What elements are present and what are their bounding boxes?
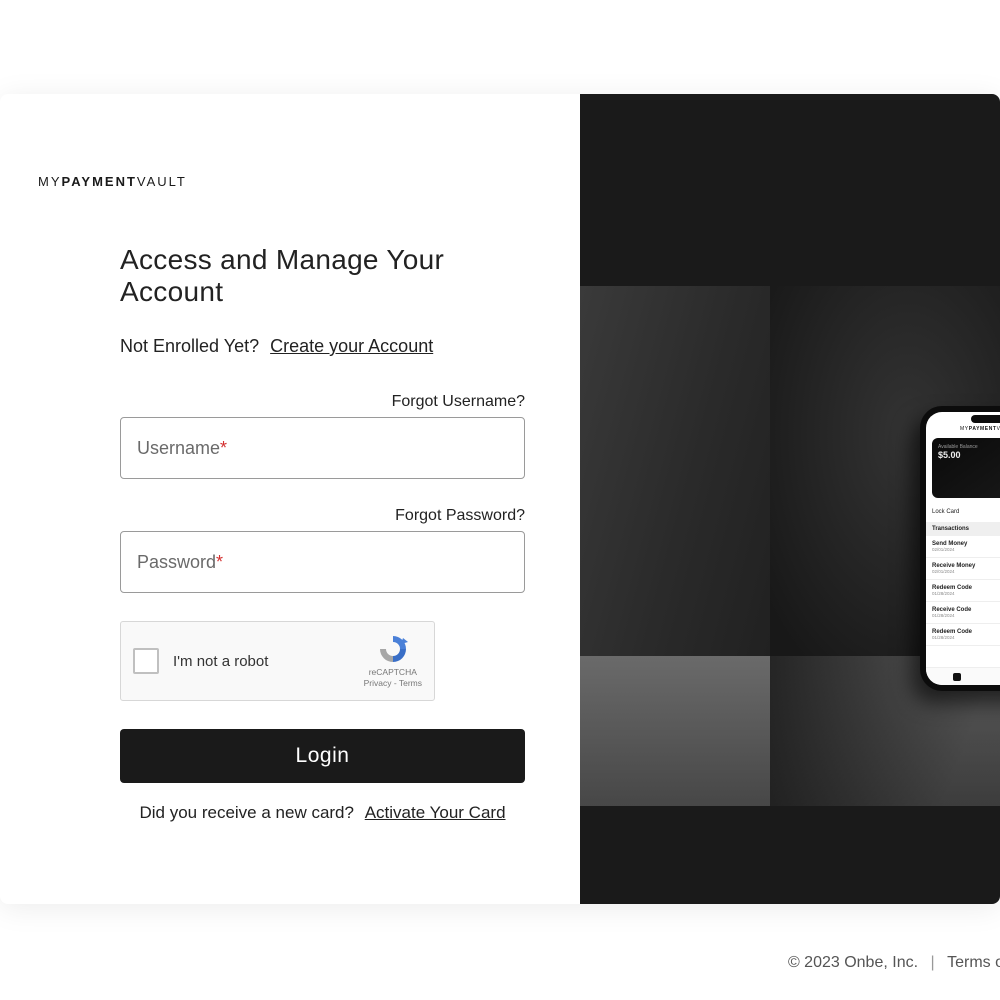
- transactions-header: Transactions View all >: [926, 522, 1000, 536]
- page-heading: Access and Manage Your Account: [120, 244, 525, 308]
- footer-separator: |: [926, 954, 938, 971]
- balance-label: Available Balance: [938, 444, 1000, 450]
- phone-screen: MYPAYMENTVAULT Available Balance $5.00 •…: [926, 412, 1000, 685]
- login-form: Access and Manage Your Account Not Enrol…: [120, 244, 525, 823]
- enroll-prompt-row: Not Enrolled Yet? Create your Account: [120, 336, 525, 357]
- phone-notch: [971, 415, 1000, 423]
- lock-card-row: Lock Card: [932, 504, 1000, 520]
- recaptcha-label: I'm not a robot: [173, 653, 364, 670]
- hero-scene: MYPAYMENTVAULT Available Balance $5.00 •…: [580, 286, 1000, 806]
- balance-value: $5.00: [938, 450, 1000, 460]
- brand-logo: MYPAYMENTVAULT: [38, 174, 187, 189]
- forgot-password-link[interactable]: Forgot Password?: [120, 507, 525, 525]
- transactions-list: Send Money02/01/2024 $20.00 Receive Mone…: [926, 536, 1000, 646]
- activate-row: Did you receive a new card? Activate You…: [120, 803, 525, 823]
- brand-post: VAULT: [137, 174, 187, 189]
- recaptcha-widget[interactable]: I'm not a robot reCAPTCHA Privacy - Term…: [120, 621, 435, 701]
- recaptcha-branding: reCAPTCHA Privacy - Terms: [364, 633, 422, 689]
- forgot-username-link[interactable]: Forgot Username?: [120, 393, 525, 411]
- phone-mockup: MYPAYMENTVAULT Available Balance $5.00 •…: [920, 406, 1000, 691]
- footer-terms-link[interactable]: Terms o: [943, 954, 1000, 971]
- hero-panel: MYPAYMENTVAULT Available Balance $5.00 •…: [580, 94, 1000, 904]
- lock-card-label: Lock Card: [932, 509, 959, 515]
- transaction-row: Receive Code01/28/2024 $8.00: [926, 602, 1000, 624]
- login-button[interactable]: Login: [120, 729, 525, 783]
- recaptcha-checkbox[interactable]: [133, 648, 159, 674]
- phone-card: Available Balance $5.00 •••• 1234: [932, 438, 1000, 498]
- activate-prompt: Did you receive a new card?: [139, 803, 354, 822]
- activate-card-link[interactable]: Activate Your Card: [365, 803, 506, 822]
- transaction-row: Receive Money02/01/2024 $30.00: [926, 558, 1000, 580]
- login-card: MYPAYMENTVAULT Access and Manage Your Ac…: [0, 94, 1000, 904]
- page-footer: © 2023 Onbe, Inc. | Terms o: [784, 954, 1000, 972]
- username-field[interactable]: Username*: [120, 417, 525, 479]
- transactions-title: Transactions: [932, 526, 969, 532]
- transaction-row: Send Money02/01/2024 $20.00: [926, 536, 1000, 558]
- username-label: Username*: [137, 438, 227, 459]
- footer-copyright: © 2023 Onbe, Inc.: [784, 954, 922, 971]
- brand-pre: MY: [38, 174, 62, 189]
- create-account-link[interactable]: Create your Account: [270, 336, 433, 356]
- password-field[interactable]: Password*: [120, 531, 525, 593]
- recaptcha-brand-text: reCAPTCHA: [369, 667, 417, 678]
- phone-tabbar: [926, 667, 1000, 685]
- enroll-prompt: Not Enrolled Yet?: [120, 336, 259, 356]
- recaptcha-icon: [377, 633, 409, 665]
- password-label: Password*: [137, 552, 223, 573]
- transaction-row: Redeem Code01/28/2024 $4.00: [926, 580, 1000, 602]
- transaction-row: Redeem Code01/28/2024 $4.00: [926, 624, 1000, 646]
- username-input[interactable]: [227, 438, 508, 459]
- password-input[interactable]: [223, 552, 508, 573]
- brand-mid: PAYMENT: [62, 174, 137, 189]
- recaptcha-links[interactable]: Privacy - Terms: [364, 678, 422, 689]
- home-icon: [953, 673, 961, 681]
- phone-brand: MYPAYMENTVAULT: [926, 426, 1000, 432]
